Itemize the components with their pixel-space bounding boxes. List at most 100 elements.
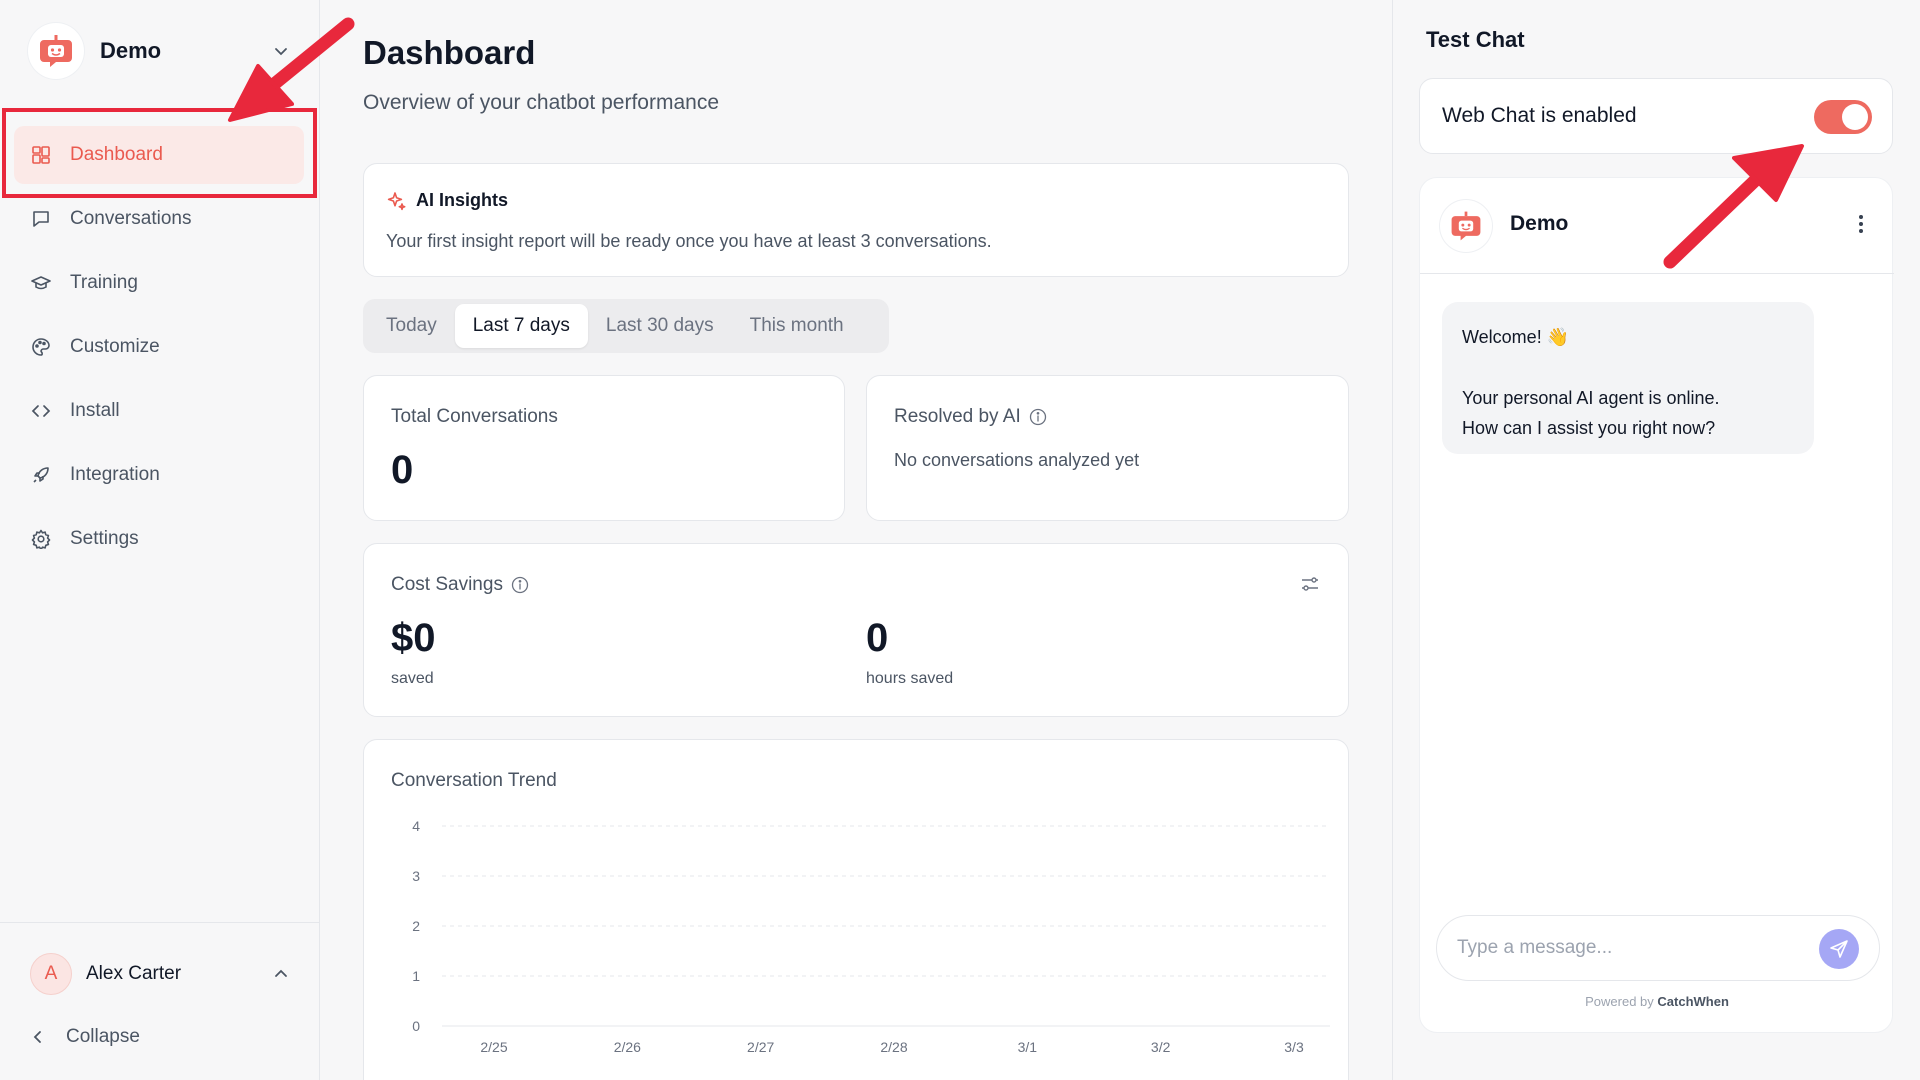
sidebar-item-label: Install — [70, 400, 120, 421]
money-saved-label: saved — [391, 670, 434, 687]
ai-insights-heading: AI Insights — [386, 190, 508, 211]
toggle-knob — [1842, 104, 1868, 130]
workspace-name: Demo — [100, 38, 162, 63]
welcome-line: Your personal AI agent is online. — [1462, 388, 1720, 408]
x-tick-label: 3/1 — [1018, 1039, 1038, 1055]
hours-saved-label: hours saved — [866, 670, 954, 687]
tab-this-month[interactable]: This month — [732, 304, 862, 348]
stat-note: No conversations analyzed yet — [894, 450, 1140, 470]
sidebar-item-label: Settings — [70, 528, 139, 549]
powered-by-brand[interactable]: CatchWhen — [1657, 994, 1729, 1009]
y-tick-label: 0 — [412, 1018, 420, 1034]
sidebar-footer: A Alex Carter Collapse — [0, 922, 320, 1047]
conversation-trend-card: Conversation Trend 0 1 2 3 4 2/25 2/26 2/27 2/28… — [363, 739, 1349, 1080]
chat-widget: Demo Welcome! 👋 Your personal AI agent i… — [1419, 177, 1894, 1033]
collapse-label: Collapse — [66, 1026, 140, 1047]
ai-insights-card: AI Insights Your first insight report wi… — [363, 163, 1349, 277]
collapse-button[interactable]: Collapse — [30, 1017, 140, 1057]
x-tick-label: 2/27 — [747, 1039, 774, 1055]
cost-savings-label-row: Cost Savings — [391, 574, 529, 596]
web-chat-toggle-card: Web Chat is enabled — [1419, 78, 1893, 154]
palette-icon — [30, 336, 52, 358]
test-chat-panel: Test Chat Web Chat is enabled Demo Welco… — [1392, 0, 1920, 1080]
x-tick-label: 3/3 — [1284, 1039, 1304, 1055]
total-conversations-card: Total Conversations 0 — [363, 375, 845, 521]
sparkle-icon — [386, 191, 406, 211]
chevron-left-icon — [30, 1029, 52, 1045]
info-icon[interactable] — [1029, 408, 1047, 426]
code-icon — [30, 400, 52, 422]
tab-today[interactable]: Today — [368, 304, 455, 348]
powered-by-prefix: Powered by — [1585, 994, 1654, 1009]
sidebar-item-label: Training — [70, 272, 138, 293]
x-tick-label: 3/2 — [1151, 1039, 1171, 1055]
cost-savings-card: Cost Savings $0 saved 0 hours saved — [363, 543, 1349, 717]
page-subtitle: Overview of your chatbot performance — [363, 91, 719, 114]
chevron-down-icon[interactable] — [270, 40, 292, 62]
dashboard-icon — [30, 144, 52, 166]
resolved-by-ai-card: Resolved by AI No conversations analyzed… — [866, 375, 1349, 521]
y-tick-label: 3 — [412, 868, 420, 884]
stat-label-row: Resolved by AI — [894, 406, 1047, 428]
x-tick-label: 2/28 — [880, 1039, 907, 1055]
money-saved-value: $0 — [391, 616, 436, 660]
workspace-switcher[interactable]: Demo — [28, 20, 292, 82]
sidebar-item-customize[interactable]: Customize — [14, 318, 304, 376]
tab-last-30-days[interactable]: Last 30 days — [588, 304, 732, 348]
sidebar-item-label: Conversations — [70, 208, 192, 229]
chevron-up-icon[interactable] — [270, 963, 292, 985]
avatar: A — [30, 953, 72, 995]
message-input[interactable] — [1457, 928, 1797, 968]
ai-insights-text: Your first insight report will be ready … — [386, 231, 992, 251]
settings-sliders-icon[interactable] — [1300, 574, 1320, 594]
stat-value: 0 — [391, 448, 414, 492]
y-tick-label: 1 — [412, 968, 420, 984]
graduation-cap-icon — [30, 272, 52, 294]
more-options-icon[interactable] — [1858, 214, 1864, 234]
chat-icon — [30, 208, 52, 230]
powered-by: Powered by CatchWhen — [1420, 994, 1894, 1009]
rocket-icon — [30, 464, 52, 486]
gear-icon — [30, 528, 52, 550]
ai-insights-title: AI Insights — [416, 190, 509, 210]
welcome-line: Welcome! 👋 — [1462, 327, 1570, 347]
sidebar-nav: Dashboard Conversations Training Customi… — [14, 126, 304, 574]
chat-header: Demo — [1420, 178, 1894, 274]
send-icon — [1830, 940, 1848, 958]
y-tick-label: 4 — [412, 818, 420, 834]
sidebar-item-settings[interactable]: Settings — [14, 510, 304, 568]
message-composer — [1436, 915, 1880, 981]
welcome-message: Welcome! 👋 Your personal AI agent is onl… — [1442, 302, 1814, 454]
welcome-line: How can I assist you right now? — [1462, 418, 1716, 438]
cost-savings-label: Cost Savings — [391, 574, 503, 595]
conversation-trend-chart: 0 1 2 3 4 2/25 2/26 2/27 2/28 3/1 3/2 3/3 — [412, 818, 1330, 1055]
x-tick-label: 2/25 — [480, 1039, 507, 1055]
sidebar-item-install[interactable]: Install — [14, 382, 304, 440]
sidebar-item-label: Dashboard — [70, 144, 163, 165]
send-button[interactable] — [1819, 929, 1859, 969]
sidebar-item-integration[interactable]: Integration — [14, 446, 304, 504]
sidebar-item-training[interactable]: Training — [14, 254, 304, 312]
stat-label: Total Conversations — [391, 406, 558, 427]
tab-last-7-days[interactable]: Last 7 days — [454, 304, 588, 348]
y-tick-label: 2 — [412, 918, 420, 934]
sidebar: Demo Dashboard Conversations Training Cu… — [0, 0, 320, 1080]
date-range-tabs: Today Last 7 days Last 30 days This mont… — [363, 299, 889, 353]
panel-title: Test Chat — [1426, 27, 1525, 52]
sidebar-item-dashboard[interactable]: Dashboard — [14, 126, 304, 184]
info-icon[interactable] — [511, 576, 529, 594]
page-title: Dashboard — [363, 34, 536, 71]
hours-saved-value: 0 — [866, 616, 889, 660]
user-menu[interactable]: A Alex Carter — [30, 951, 292, 997]
main-content: Dashboard Overview of your chatbot perfo… — [320, 0, 1392, 1080]
toggle-label: Web Chat is enabled — [1442, 104, 1637, 127]
web-chat-toggle[interactable] — [1814, 100, 1872, 134]
bot-logo-icon — [1440, 200, 1492, 252]
stat-label: Resolved by AI — [894, 406, 1021, 427]
sidebar-item-conversations[interactable]: Conversations — [14, 190, 304, 248]
x-tick-label: 2/26 — [614, 1039, 641, 1055]
bot-name: Demo — [1510, 212, 1569, 235]
user-name: Alex Carter — [86, 963, 182, 984]
bot-logo-icon — [28, 23, 84, 79]
sidebar-item-label: Customize — [70, 336, 160, 357]
